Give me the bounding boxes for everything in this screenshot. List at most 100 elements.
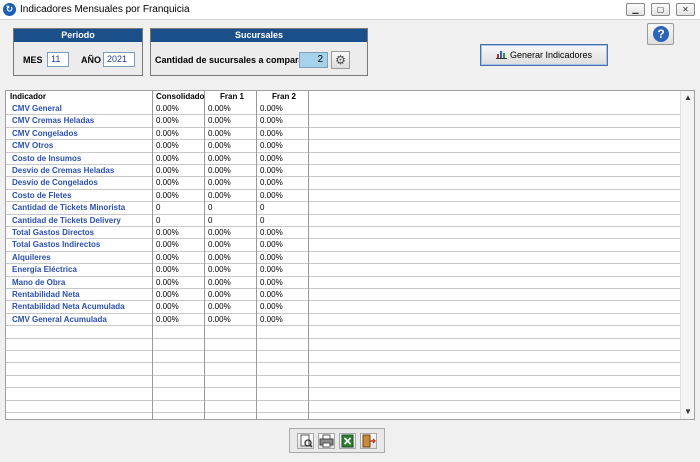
value-cell: 0.00% bbox=[260, 265, 283, 275]
value-cell: 0.00% bbox=[156, 190, 179, 200]
value-cell: 0.00% bbox=[208, 277, 231, 287]
value-cell: 0.00% bbox=[156, 240, 179, 250]
app-icon: ↻ bbox=[3, 3, 16, 16]
empty-table-row[interactable] bbox=[6, 388, 681, 401]
value-cell: 0 bbox=[208, 203, 213, 213]
column-header-consolidado[interactable]: Consolidado bbox=[156, 91, 204, 103]
table-row[interactable]: Cantidad de Tickets Minorista 0 0 0 bbox=[6, 202, 681, 215]
table-row[interactable]: Energía Eléctrica 0.00% 0.00% 0.00% bbox=[6, 264, 681, 277]
value-cell: 0.00% bbox=[156, 290, 179, 299]
indicators-grid[interactable]: Indicador Consolidado Fran 1 Fran 2 CMV … bbox=[5, 90, 695, 420]
value-cell: 0.00% bbox=[260, 228, 283, 237]
empty-table-row[interactable] bbox=[6, 363, 681, 376]
generar-indicadores-button[interactable]: Generar Indicadores bbox=[480, 44, 608, 66]
empty-table-row[interactable] bbox=[6, 376, 681, 389]
scroll-down-icon[interactable]: ▼ bbox=[681, 406, 694, 418]
value-cell: 0.00% bbox=[156, 302, 179, 312]
value-cell: 0.00% bbox=[260, 116, 283, 126]
gear-icon: ⚙ bbox=[335, 53, 346, 67]
indicator-name-cell: Alquileres bbox=[12, 252, 51, 262]
value-cell: 0.00% bbox=[208, 178, 231, 188]
sucursales-group: Sucursales Cantidad de sucursales a comp… bbox=[150, 28, 368, 76]
value-cell: 0.00% bbox=[156, 314, 179, 324]
print-button[interactable] bbox=[318, 433, 335, 449]
value-cell: 0.00% bbox=[208, 104, 231, 113]
title-bar: ↻ Indicadores Mensuales por Franquicia ▁… bbox=[0, 0, 700, 20]
column-header-fran-2[interactable]: Fran 2 bbox=[272, 91, 296, 103]
table-row[interactable]: Desvío de Cremas Heladas 0.00% 0.00% 0.00% bbox=[6, 165, 681, 178]
table-row[interactable]: Mano de Obra 0.00% 0.00% 0.00% bbox=[6, 277, 681, 289]
help-icon: ? bbox=[653, 26, 669, 42]
scroll-up-icon[interactable]: ▲ bbox=[681, 92, 694, 104]
excel-icon bbox=[341, 434, 354, 448]
empty-table-row[interactable] bbox=[6, 413, 681, 419]
value-cell: 0.00% bbox=[260, 290, 283, 299]
value-cell: 0.00% bbox=[208, 153, 231, 163]
table-row[interactable]: Cantidad de Tickets Delivery 0 0 0 bbox=[6, 215, 681, 227]
maximize-button[interactable]: ▢ bbox=[651, 3, 670, 16]
column-divider bbox=[308, 91, 309, 419]
indicator-name-cell: Desvío de Cremas Heladas bbox=[12, 166, 115, 175]
vertical-scrollbar[interactable]: ▲ ▼ bbox=[680, 91, 694, 419]
generar-indicadores-label: Generar Indicadores bbox=[509, 50, 593, 60]
mes-field[interactable]: 11 bbox=[47, 52, 69, 67]
preview-icon bbox=[300, 434, 313, 448]
table-row[interactable]: Rentabilidad Neta 0.00% 0.00% 0.00% bbox=[6, 289, 681, 302]
table-row[interactable]: Desvío de Congelados 0.00% 0.00% 0.00% bbox=[6, 177, 681, 190]
minimize-button[interactable]: ▁ bbox=[626, 3, 645, 16]
value-cell: 0.00% bbox=[260, 178, 283, 188]
value-cell: 0.00% bbox=[156, 252, 179, 262]
value-cell: 0 bbox=[260, 203, 265, 213]
mes-label: MES bbox=[23, 55, 43, 65]
table-row[interactable]: CMV Congelados 0.00% 0.00% 0.00% bbox=[6, 128, 681, 141]
sucursales-count-field[interactable]: 2 bbox=[299, 52, 328, 68]
indicator-name-cell: Total Gastos Directos bbox=[12, 228, 95, 237]
table-row[interactable]: Total Gastos Indirectos 0.00% 0.00% 0.00% bbox=[6, 239, 681, 252]
table-row[interactable]: Alquileres 0.00% 0.00% 0.00% bbox=[6, 252, 681, 265]
indicator-name-cell: Costo de Insumos bbox=[12, 153, 82, 163]
value-cell: 0.00% bbox=[208, 190, 231, 200]
empty-table-row[interactable] bbox=[6, 326, 681, 339]
column-divider bbox=[256, 91, 257, 419]
column-divider bbox=[152, 91, 153, 419]
excel-export-button[interactable] bbox=[339, 433, 356, 449]
table-row[interactable]: Rentabilidad Neta Acumulada 0.00% 0.00% 0.0… bbox=[6, 301, 681, 314]
column-header-fran-1[interactable]: Fran 1 bbox=[220, 91, 244, 103]
table-row[interactable]: CMV Cremas Heladas 0.00% 0.00% 0.00% bbox=[6, 115, 681, 128]
indicator-name-cell: Rentabilidad Neta Acumulada bbox=[12, 302, 125, 312]
window-title: Indicadores Mensuales por Franquicia bbox=[20, 4, 190, 15]
sucursales-label: Cantidad de sucursales a comparar bbox=[155, 55, 308, 65]
anio-field[interactable]: 2021 bbox=[103, 52, 135, 67]
value-cell: 0.00% bbox=[260, 252, 283, 262]
value-cell: 0.00% bbox=[260, 277, 283, 287]
value-cell: 0.00% bbox=[260, 128, 283, 138]
sucursales-header: Sucursales bbox=[151, 29, 367, 42]
indicator-name-cell: CMV Cremas Heladas bbox=[12, 116, 95, 126]
indicator-name-cell: Costo de Fletes bbox=[12, 190, 72, 200]
value-cell: 0.00% bbox=[156, 265, 179, 275]
help-button[interactable]: ? bbox=[647, 23, 674, 45]
value-cell: 0.00% bbox=[156, 277, 179, 287]
preview-button[interactable] bbox=[297, 433, 314, 449]
table-row[interactable]: CMV Otros 0.00% 0.00% 0.00% bbox=[6, 140, 681, 153]
table-row[interactable]: CMV General 0.00% 0.00% 0.00% bbox=[6, 103, 681, 116]
value-cell: 0.00% bbox=[156, 153, 179, 163]
value-cell: 0.00% bbox=[208, 116, 231, 126]
value-cell: 0.00% bbox=[208, 265, 231, 275]
value-cell: 0.00% bbox=[208, 290, 231, 299]
empty-table-row[interactable] bbox=[6, 401, 681, 413]
table-row[interactable]: Costo de Insumos 0.00% 0.00% 0.00% bbox=[6, 153, 681, 165]
value-cell: 0.00% bbox=[208, 166, 231, 175]
table-row[interactable]: CMV General Acumulada 0.00% 0.00% 0.00% bbox=[6, 314, 681, 327]
gear-button[interactable]: ⚙ bbox=[331, 51, 350, 69]
table-row[interactable]: Total Gastos Directos 0.00% 0.00% 0.00% bbox=[6, 227, 681, 240]
value-cell: 0.00% bbox=[260, 240, 283, 250]
print-icon bbox=[319, 434, 334, 448]
value-cell: 0.00% bbox=[208, 302, 231, 312]
column-header-indicador[interactable]: Indicador bbox=[10, 91, 46, 103]
exit-button[interactable] bbox=[360, 433, 377, 449]
close-button[interactable]: ✕ bbox=[676, 3, 695, 16]
empty-table-row[interactable] bbox=[6, 351, 681, 364]
table-row[interactable]: Costo de Fletes 0.00% 0.00% 0.00% bbox=[6, 190, 681, 203]
empty-table-row[interactable] bbox=[6, 339, 681, 351]
